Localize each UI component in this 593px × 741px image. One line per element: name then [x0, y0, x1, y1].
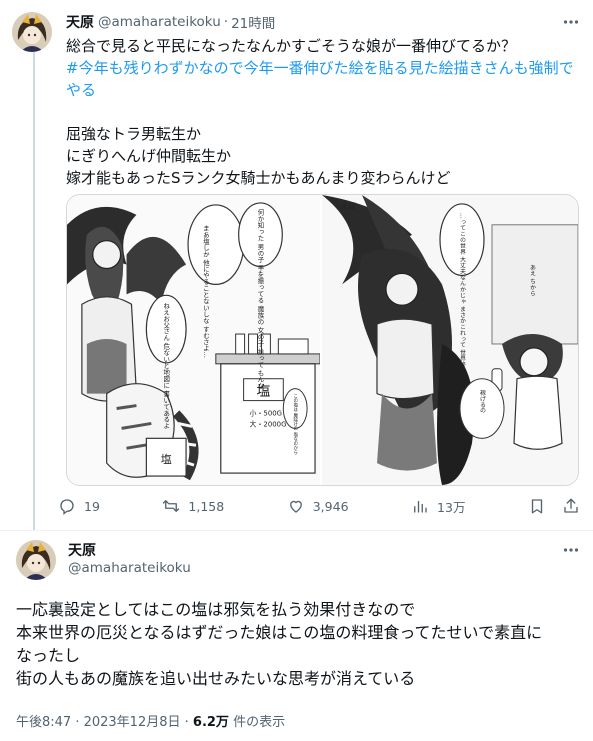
bookmark-icon — [531, 499, 543, 514]
tweet-1[interactable]: 天原 @amaharateikoku · 21時間 総合で見ると平民になったなん… — [0, 0, 593, 530]
speech-bubble: …ってこの世界 大丈夫なんかじゃ まさかこれって 世界終わりとか — [458, 213, 465, 392]
user-handle[interactable]: @amaharateikoku — [68, 560, 191, 576]
tweet-line: 嫁才能もあったSランク女騎士かもあんまり変わらんけど — [66, 169, 451, 187]
avatar[interactable] — [16, 540, 56, 580]
tweet-line: 街の人もあの魔族を追い出せみたいな思考が消えている — [16, 669, 416, 688]
avatar[interactable] — [12, 12, 52, 52]
separator: · — [223, 14, 229, 30]
tweet-time[interactable]: 21時間 — [231, 12, 275, 32]
tweet-actions: 19 1,158 3,946 13万 — [58, 496, 580, 516]
speech-bubble: 稼げるの — [478, 389, 485, 414]
manga-panel-left[interactable]: 塩 小・500G 大・2000G 塩 まあ塩しか 他にやることないしな すむさよ… — [67, 195, 322, 485]
tweet-line: 一応裏設定としてはこの塩は邪気を払う効果付きなので — [16, 600, 416, 619]
heart-icon — [289, 500, 302, 513]
tweet-header: 天原 @amaharateikoku · 21時間 — [66, 12, 275, 32]
speech-bubble: ねえお父さん 危ないと地図に 書いてあるよ — [162, 302, 170, 429]
tweet-timestamp[interactable]: 午後8:47 · 2023年12月8日 · — [16, 715, 189, 730]
user-handle[interactable]: @amaharateikoku — [98, 14, 221, 30]
tweet-metadata: 午後8:47 · 2023年12月8日 · 6.2万 件の表示 — [16, 711, 285, 730]
price-large: 大・2000G — [250, 419, 287, 428]
reply-button[interactable]: 19 — [58, 497, 100, 515]
bookmark-button[interactable] — [528, 497, 546, 515]
tweet-media[interactable]: 塩 小・500G 大・2000G 塩 まあ塩しか 他にやることないしな すむさよ… — [66, 194, 579, 486]
barrel-label: 塩 — [161, 452, 172, 466]
display-name[interactable]: 天原 — [66, 12, 94, 32]
speech-bubble: まあ塩しか 他にやることないしな すむさよ… — [202, 224, 210, 357]
reply-count: 19 — [84, 498, 100, 514]
manga-panel-right[interactable]: …ってこの世界 大丈夫なんかじゃ まさかこれって 世界終わりとか 稼げるの まぼ… — [322, 195, 578, 485]
thread-connector — [33, 52, 35, 530]
tweet-divider — [0, 530, 593, 531]
tweet-text: 一応裏設定としてはこの塩は邪気を払う効果付きなので 本来世界の厄災となるはずだっ… — [16, 598, 581, 690]
views-chart-icon — [414, 500, 427, 513]
like-count: 3,946 — [312, 498, 349, 514]
reply-icon — [60, 499, 74, 515]
tweet-text: 総合で見ると平民になったなんかすごそうな娘が一番伸びてるか？ #今年も残りわずか… — [66, 35, 581, 189]
tweet-line: 総合で見ると平民になったなんかすごそうな娘が一番伸びてるか？ — [66, 37, 517, 55]
tweet-line: 本来世界の厄災となるはずだった娘はこの塩の料理食ってたせいで素直に — [16, 623, 543, 642]
speech-bubble: 何か知った 男の子 手を振ってる 魔族の 女の子 拾って もんな — [256, 208, 264, 390]
view-count: 13万 — [437, 499, 466, 515]
more-dots-icon[interactable] — [561, 540, 581, 560]
hashtag-link[interactable]: #今年も残りわずかなので今年一番伸びた絵を貼る見た絵描きさんも強制で — [66, 57, 581, 79]
price-small: 小・500G — [250, 408, 282, 417]
view-count: 6.2万 — [192, 715, 229, 730]
views-label: 件の表示 — [233, 715, 286, 730]
tweet-line: 屈強なトラ男転生か — [66, 125, 202, 143]
tweet-line: なったし — [16, 646, 81, 665]
views-button[interactable]: 13万 — [411, 497, 465, 516]
sound-effect: まぼ — [340, 202, 356, 211]
like-button[interactable]: 3,946 — [287, 497, 349, 515]
retweet-count: 1,158 — [188, 498, 225, 514]
tweet-line: にぎりへんげ仲間転生か — [66, 147, 232, 165]
display-name[interactable]: 天原 — [68, 540, 96, 560]
hashtag-link[interactable]: やる — [66, 79, 581, 101]
more-dots-icon[interactable] — [561, 12, 581, 32]
retweet-button[interactable]: 1,158 — [162, 497, 224, 515]
share-icon — [564, 498, 578, 513]
retweet-icon — [163, 500, 180, 512]
share-button[interactable] — [562, 497, 580, 515]
background-note: あえ ちから — [528, 265, 535, 298]
bottom-note: この塩は 魔除けの 塩なのから — [293, 394, 298, 456]
